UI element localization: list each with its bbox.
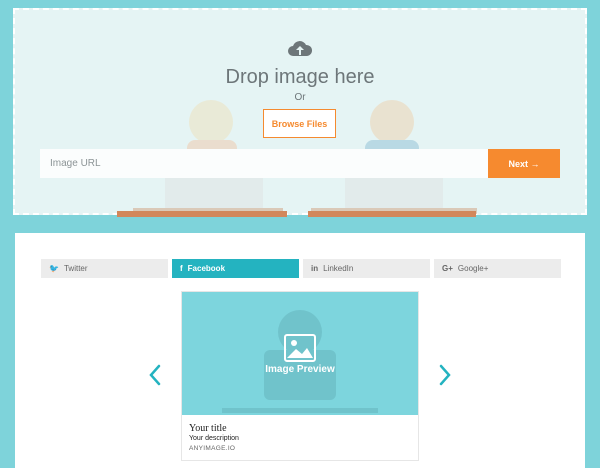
upload-section: Drop image here Or Browse Files Next →: [0, 0, 600, 230]
google-plus-icon: G+: [442, 264, 453, 273]
upload-cloud-icon: [288, 41, 313, 56]
browse-files-button[interactable]: Browse Files: [263, 109, 336, 138]
tab-label: Google+: [457, 264, 489, 273]
image-url-input[interactable]: [40, 149, 488, 178]
tab-linkedin[interactable]: in LinkedIn: [303, 259, 430, 278]
image-icon: [284, 334, 316, 362]
desk-right: [308, 211, 476, 217]
tab-facebook[interactable]: f Facebook: [172, 259, 299, 278]
drop-title: Drop image here: [225, 66, 375, 88]
or-separator: Or: [294, 92, 306, 103]
image-preview-label: Image Preview: [265, 364, 335, 375]
preview-domain: ANYIMAGE.IO: [189, 445, 236, 452]
preview-title: Your title: [189, 423, 227, 434]
tab-label: Facebook: [187, 264, 226, 273]
social-tabs: 🐦 Twitter f Facebook in LinkedIn G+ Goog…: [41, 259, 561, 278]
chevron-left-icon[interactable]: [147, 363, 163, 387]
linkedin-icon: in: [311, 264, 319, 273]
facebook-icon: f: [180, 264, 183, 273]
twitter-icon: 🐦: [49, 264, 59, 273]
tab-label: Twitter: [63, 264, 88, 273]
share-preview-panel: 🐦 Twitter f Facebook in LinkedIn G+ Goog…: [15, 233, 585, 468]
tab-twitter[interactable]: 🐦 Twitter: [41, 259, 168, 278]
desk-left: [117, 211, 287, 217]
tab-google-plus[interactable]: G+ Google+: [434, 259, 561, 278]
preview-image: Image Preview: [182, 292, 418, 415]
tab-label: LinkedIn: [323, 264, 354, 273]
chevron-right-icon[interactable]: [437, 363, 453, 387]
share-preview-card: Image Preview Your title Your descriptio…: [181, 291, 419, 461]
preview-description: Your description: [189, 435, 239, 442]
next-button[interactable]: Next →: [488, 149, 560, 178]
